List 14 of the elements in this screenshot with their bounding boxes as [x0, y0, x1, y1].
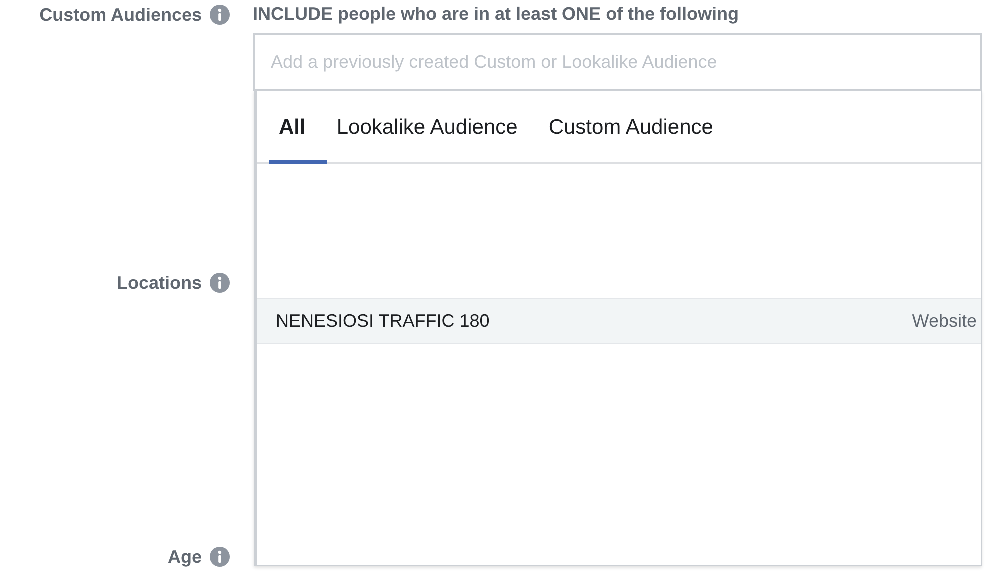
field-label: Locations — [116, 272, 202, 294]
audience-item[interactable]: NENESIOSI TRAFFIC 180 Website — [257, 298, 981, 344]
tab[interactable]: Custom Audience — [538, 91, 734, 164]
info-icon[interactable] — [210, 547, 230, 567]
field-label: Custom Audiences — [40, 4, 202, 26]
tab[interactable]: All — [269, 91, 327, 164]
info-icon[interactable] — [210, 273, 230, 293]
info-icon[interactable] — [210, 5, 230, 25]
audience-search-field[interactable]: Add a previously created Custom or Lookalike Audience — [253, 33, 982, 91]
tab[interactable]: Lookalike Audience — [326, 91, 539, 164]
audience-type: Website — [912, 310, 977, 332]
audience-name: NENESIOSI TRAFFIC 180 — [276, 310, 490, 332]
field-label: Age — [168, 546, 202, 568]
include-heading: INCLUDE people who are in at least ONE of the following — [253, 3, 740, 26]
